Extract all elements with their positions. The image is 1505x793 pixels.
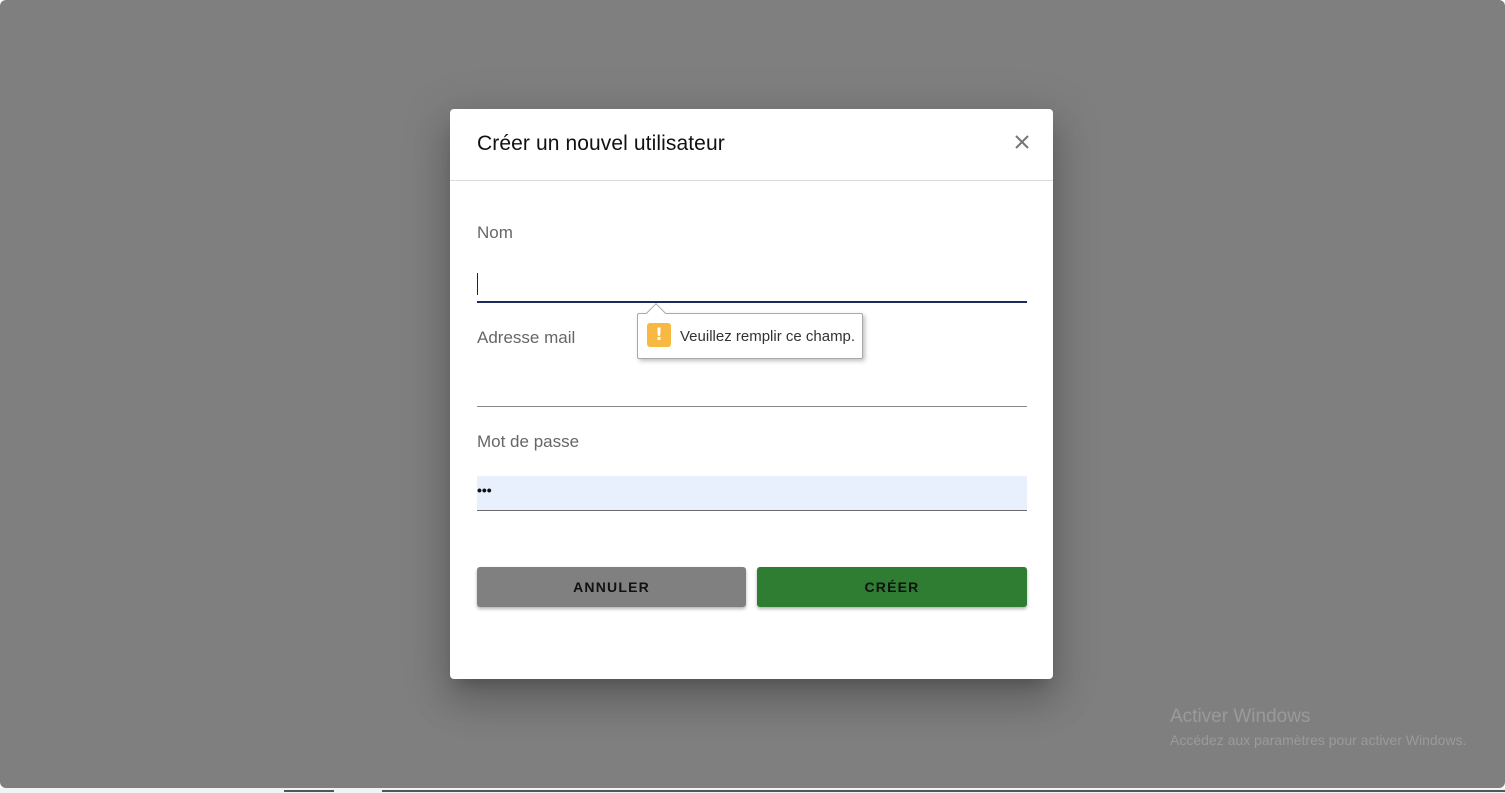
email-input[interactable] xyxy=(477,367,1027,407)
dialog-title: Créer un nouvel utilisateur xyxy=(477,132,725,155)
email-label: Adresse mail xyxy=(477,328,576,347)
dialog-header: Créer un nouvel utilisateur xyxy=(450,109,1053,181)
taskbar-edge xyxy=(0,788,1505,793)
password-input[interactable]: ••• xyxy=(477,476,1027,511)
cancel-button[interactable]: ANNULER xyxy=(477,567,746,607)
create-button[interactable]: CRÉER xyxy=(757,567,1027,607)
password-value: ••• xyxy=(477,482,492,498)
close-icon[interactable] xyxy=(1009,129,1035,155)
warning-icon: ! xyxy=(647,323,671,347)
name-input[interactable] xyxy=(477,263,1027,303)
tooltip-arrow xyxy=(646,303,666,323)
password-label: Mot de passe xyxy=(477,432,580,451)
text-caret xyxy=(477,273,478,295)
validation-message: Veuillez remplir ce champ. xyxy=(680,328,856,345)
name-label: Nom xyxy=(477,223,513,242)
activation-watermark-title: Activer Windows xyxy=(1170,706,1311,727)
create-user-dialog: Créer un nouvel utilisateur Nom Adresse … xyxy=(450,109,1053,679)
validation-tooltip: ! Veuillez remplir ce champ. xyxy=(637,303,863,359)
activation-watermark-subtitle: Accédez aux paramètres pour activer Wind… xyxy=(1170,732,1467,748)
